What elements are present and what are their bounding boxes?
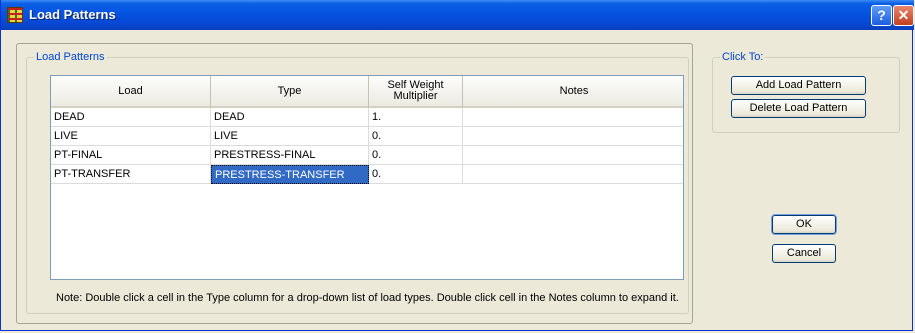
type-cell[interactable]: PRESTRESS-FINAL [211, 146, 369, 165]
load-patterns-grid[interactable]: Load Type Self Weight Multiplier Notes D… [50, 75, 684, 280]
app-grid-icon [7, 7, 23, 23]
load-patterns-dialog: Load Patterns ? ✕ Load Patterns Load Typ… [0, 0, 914, 331]
close-button[interactable]: ✕ [893, 5, 914, 26]
column-header-notes[interactable]: Notes [463, 76, 683, 108]
grid-header: Load Type Self Weight Multiplier Notes [51, 76, 683, 108]
load-patterns-group-label: Load Patterns [34, 51, 107, 63]
click-to-group: Click To: [712, 51, 900, 133]
multiplier-cell[interactable]: 0. [369, 165, 463, 184]
instructions-note: Note: Double click a cell in the Type co… [56, 292, 679, 304]
ok-button[interactable]: OK [771, 214, 837, 235]
type-cell-selected[interactable]: PRESTRESS-TRANSFER [211, 165, 369, 184]
click-to-group-label: Click To: [720, 51, 766, 63]
type-cell[interactable]: LIVE [211, 127, 369, 146]
load-cell[interactable]: DEAD [51, 108, 211, 127]
notes-cell[interactable] [463, 146, 683, 165]
window-title: Load Patterns [29, 7, 116, 22]
column-header-type[interactable]: Type [211, 76, 369, 108]
delete-load-pattern-button[interactable]: Delete Load Pattern [731, 99, 866, 118]
type-cell[interactable]: DEAD [211, 108, 369, 127]
multiplier-cell[interactable]: 1. [369, 108, 463, 127]
multiplier-cell[interactable]: 0. [369, 146, 463, 165]
notes-cell[interactable] [463, 127, 683, 146]
column-header-self-weight-multiplier[interactable]: Self Weight Multiplier [369, 76, 463, 108]
multiplier-cell[interactable]: 0. [369, 127, 463, 146]
load-cell[interactable]: LIVE [51, 127, 211, 146]
cancel-button[interactable]: Cancel [772, 244, 836, 263]
notes-cell[interactable] [463, 108, 683, 127]
load-cell[interactable]: PT-TRANSFER [51, 165, 211, 184]
table-row[interactable]: PT-FINAL PRESTRESS-FINAL 0. [51, 146, 683, 165]
table-row[interactable]: LIVE LIVE 0. [51, 127, 683, 146]
self-weight-multiplier-header-text: Self Weight Multiplier [387, 79, 444, 102]
help-button[interactable]: ? [871, 5, 892, 26]
column-header-load[interactable]: Load [51, 76, 211, 108]
add-load-pattern-button[interactable]: Add Load Pattern [731, 76, 866, 95]
load-cell[interactable]: PT-FINAL [51, 146, 211, 165]
title-bar[interactable]: Load Patterns ? ✕ [1, 0, 914, 30]
notes-cell[interactable] [463, 165, 683, 184]
table-row[interactable]: PT-TRANSFER PRESTRESS-TRANSFER 0. [51, 165, 683, 184]
table-row[interactable]: DEAD DEAD 1. [51, 108, 683, 127]
